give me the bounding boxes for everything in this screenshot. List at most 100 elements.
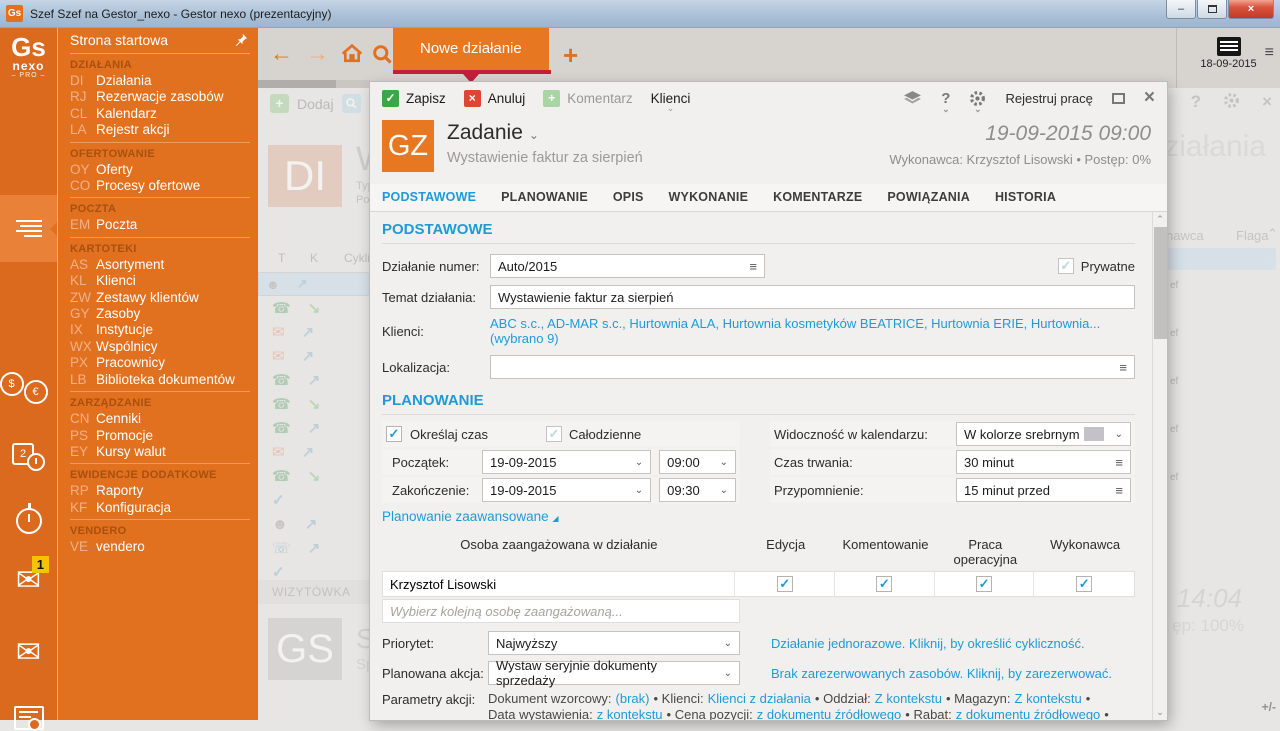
allday-checkbox[interactable]: ✓ bbox=[546, 426, 562, 442]
scroll-down-icon[interactable]: ⌄ bbox=[1153, 705, 1167, 720]
sidebar-item-instytucje[interactable]: IXInstytucje bbox=[70, 322, 250, 338]
location-field[interactable]: ≡ bbox=[490, 355, 1135, 379]
layers-icon[interactable] bbox=[903, 91, 922, 106]
executor-checkbox[interactable]: ✓ bbox=[1076, 576, 1092, 592]
priority-select[interactable]: Najwyższy⌄ bbox=[488, 631, 740, 655]
horizontal-scrollbar[interactable] bbox=[258, 80, 370, 88]
edit-checkbox[interactable]: ✓ bbox=[777, 576, 793, 592]
start-date-select[interactable]: 19-09-2015⌄ bbox=[482, 450, 651, 474]
settings-button[interactable]: ⌄ bbox=[969, 90, 986, 107]
mail-button[interactable]: ✉ bbox=[0, 640, 57, 666]
params-line[interactable]: Dokument wzorcowy:(brak)• Klienci:Klienc… bbox=[488, 691, 1135, 707]
sidebar-item-konfiguracja[interactable]: KFKonfiguracja bbox=[70, 500, 250, 516]
dialog-scrollbar[interactable]: ⌃ ⌄ bbox=[1152, 212, 1167, 720]
menu-toggle-button[interactable] bbox=[0, 195, 57, 262]
start-time-select[interactable]: 09:00⌄ bbox=[659, 450, 736, 474]
location-input[interactable] bbox=[498, 356, 1113, 378]
sidebar-item-procesy-ofertowe[interactable]: COProcesy ofertowe bbox=[70, 178, 250, 194]
tab-wykonanie[interactable]: WYKONANIE bbox=[669, 190, 749, 204]
sidebar-item-zasoby[interactable]: GYZasoby bbox=[70, 306, 250, 322]
planned-action-select[interactable]: Wystaw seryjnie dokumenty sprzedaży⌄ bbox=[488, 661, 740, 685]
end-time-select[interactable]: 09:30⌄ bbox=[659, 478, 736, 502]
scrollbar-thumb[interactable] bbox=[258, 80, 336, 88]
sidebar-item-kursy-walut[interactable]: EYKursy walut bbox=[70, 444, 250, 460]
tab-nowe-dzialanie[interactable]: Nowe działanie bbox=[393, 28, 549, 70]
timer-button[interactable] bbox=[0, 508, 57, 534]
sidebar-item-vendero[interactable]: VEvendero bbox=[70, 539, 250, 555]
dialog-maximize-button[interactable] bbox=[1112, 93, 1125, 104]
sidebar-item-kalendarz[interactable]: CLKalendarz bbox=[70, 106, 250, 122]
duration-field[interactable]: 30 minut≡ bbox=[956, 450, 1131, 474]
add-person-field[interactable]: Wybierz kolejną osobę zaangażowaną... bbox=[382, 599, 740, 623]
sidebar-item-klienci[interactable]: KLKlienci bbox=[70, 273, 250, 289]
advanced-planning-link[interactable]: Planowanie zaawansowane ◢ bbox=[382, 509, 1135, 524]
field-menu-icon[interactable]: ≡ bbox=[1109, 483, 1123, 498]
sidebar-item-cenniki[interactable]: CNCenniki bbox=[70, 411, 250, 427]
help-button[interactable]: ?⌄ bbox=[941, 90, 950, 107]
back-button[interactable]: ← bbox=[270, 41, 293, 65]
tab-komentarze[interactable]: KOMENTARZE bbox=[773, 190, 862, 204]
register-work-button[interactable]: Rejestruj pracę bbox=[1005, 91, 1092, 106]
forward-button[interactable]: → bbox=[306, 41, 329, 65]
pin-icon[interactable] bbox=[234, 33, 248, 47]
field-menu-icon[interactable]: ≡ bbox=[1113, 360, 1127, 375]
app-menu-button[interactable]: ≡ bbox=[1265, 44, 1274, 62]
resources-link[interactable]: Brak zarezerwowanych zasobów. Kliknij, b… bbox=[771, 666, 1112, 681]
sidebar-item-oferty[interactable]: OYOferty bbox=[70, 162, 250, 178]
chevron-down-icon: ⌄ bbox=[667, 103, 675, 114]
sidebar-item-home[interactable]: Strona startowa bbox=[70, 30, 250, 54]
operations-checkbox[interactable]: ✓ bbox=[976, 576, 992, 592]
dialog-close-button[interactable]: × bbox=[1144, 91, 1155, 105]
sidebar-item-dzialania[interactable]: DIDziałania bbox=[70, 73, 250, 89]
home-button[interactable] bbox=[340, 42, 364, 64]
minimize-button[interactable]: – bbox=[1166, 0, 1196, 19]
visibility-select[interactable]: W kolorze srebrnym ⌄ bbox=[956, 422, 1131, 446]
scroll-up-icon[interactable]: ⌃ bbox=[1153, 212, 1167, 227]
sidebar-item-asortyment[interactable]: ASAsortyment bbox=[70, 257, 250, 273]
subject-input[interactable] bbox=[498, 286, 1127, 308]
number-field[interactable]: ≡ bbox=[490, 254, 765, 278]
save-button[interactable]: ✓ Zapisz bbox=[382, 90, 446, 107]
recurrence-link[interactable]: Działanie jednorazowe. Kliknij, by okreś… bbox=[771, 636, 1085, 651]
comment-button[interactable]: + Komentarz bbox=[543, 90, 632, 107]
reminder-field[interactable]: 15 minut przed≡ bbox=[956, 478, 1131, 502]
comment-checkbox[interactable]: ✓ bbox=[876, 576, 892, 592]
calendar-clock-button[interactable]: 2 bbox=[0, 443, 57, 471]
tab-planowanie[interactable]: PLANOWANIE bbox=[501, 190, 588, 204]
number-input[interactable] bbox=[498, 255, 743, 277]
sidebar-item-pracownicy[interactable]: PXPracownicy bbox=[70, 355, 250, 371]
license-button[interactable] bbox=[0, 706, 57, 730]
sidebar-item-rezerwacje[interactable]: RJRezerwacje zasobów bbox=[70, 89, 250, 105]
sidebar-item-wspolnicy[interactable]: WXWspólnicy bbox=[70, 339, 250, 355]
end-date-select[interactable]: 19-09-2015⌄ bbox=[482, 478, 651, 502]
search-button[interactable] bbox=[371, 43, 393, 65]
new-tab-button[interactable]: + bbox=[563, 40, 578, 71]
new-mail-button[interactable]: ✉ 1 bbox=[0, 568, 57, 594]
sidebar-item-raporty[interactable]: RPRaporty bbox=[70, 483, 250, 499]
scrollbar-thumb[interactable] bbox=[1154, 227, 1167, 339]
field-menu-icon[interactable]: ≡ bbox=[1109, 455, 1123, 470]
close-button[interactable]: × bbox=[1228, 0, 1274, 19]
tab-powiazania[interactable]: POWIĄZANIA bbox=[887, 190, 970, 204]
col-comment: Komentowanie bbox=[836, 537, 936, 567]
sidebar-item-zestawy-klientow[interactable]: ZWZestawy klientów bbox=[70, 290, 250, 306]
cancel-button[interactable]: × Anuluj bbox=[464, 90, 526, 107]
tab-historia[interactable]: HISTORIA bbox=[995, 190, 1056, 204]
sidebar-item-poczta[interactable]: EMPoczta bbox=[70, 217, 250, 233]
maximize-button[interactable] bbox=[1197, 0, 1227, 19]
private-checkbox[interactable]: ✓ bbox=[1058, 258, 1074, 274]
tab-podstawowe[interactable]: PODSTAWOWE bbox=[382, 190, 476, 204]
sidebar-item-promocje[interactable]: PSPromocje bbox=[70, 428, 250, 444]
table-row: Krzysztof Lisowski ✓ ✓ ✓ ✓ bbox=[382, 571, 1135, 597]
subject-field[interactable] bbox=[490, 285, 1135, 309]
task-type-selector[interactable]: Zadanie⌄ bbox=[447, 121, 643, 145]
field-menu-icon[interactable]: ≡ bbox=[743, 259, 757, 274]
clients-menu-button[interactable]: Klienci ⌄ bbox=[651, 91, 691, 106]
sidebar-item-rejestr-akcji[interactable]: LARejestr akcji bbox=[70, 122, 250, 138]
settime-checkbox[interactable]: ✓ bbox=[386, 426, 402, 442]
tab-opis[interactable]: OPIS bbox=[613, 190, 644, 204]
finances-button[interactable]: $ € bbox=[0, 380, 57, 404]
params-line[interactable]: Data wystawienia:z kontekstu• Cena pozyc… bbox=[488, 707, 1135, 721]
sidebar-item-biblioteka[interactable]: LBBiblioteka dokumentów bbox=[70, 372, 250, 388]
clients-link[interactable]: ABC s.c., AD-MAR s.c., Hurtownia ALA, Hu… bbox=[490, 316, 1135, 346]
